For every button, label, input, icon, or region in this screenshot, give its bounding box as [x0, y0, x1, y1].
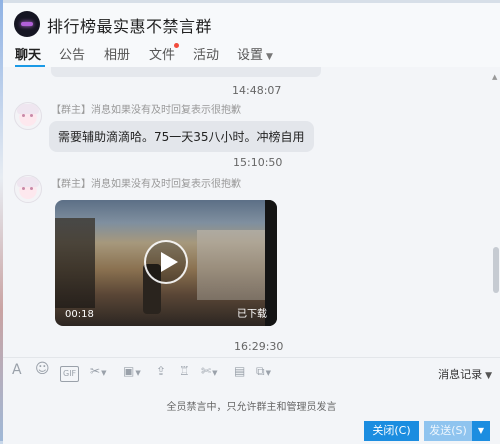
input-toolbar: A ☺ GIF ✂▼ ▣▼ ⇪ ♖ ✄▼ ▤ ⧉▼ 消息记录 ▼ — [3, 358, 500, 386]
chevron-down-icon: ▼ — [477, 426, 485, 435]
scroll-thumb[interactable] — [493, 247, 499, 293]
message-bubble[interactable]: 需要辅助滴滴哈。75一天35八小时。冲榜自用 — [49, 121, 314, 152]
tab-chat[interactable]: 聊天 — [15, 44, 41, 63]
tab-files[interactable]: 文件 — [149, 44, 175, 63]
message-timestamp: 16:29:30 — [234, 340, 284, 353]
chevron-down-icon: ▼ — [266, 52, 273, 62]
files-notification-dot — [174, 43, 179, 48]
video-message[interactable]: 00:18 已下载 — [55, 200, 277, 326]
send-button[interactable]: 发送(S) — [424, 421, 472, 441]
message-list[interactable]: 14:48:07 【群主】消息如果没有及时回复表示很抱歉 需要辅助滴滴哈。75一… — [3, 67, 500, 357]
scroll-up-icon[interactable]: ▲ — [492, 73, 497, 81]
tab-activities[interactable]: 活动 — [193, 44, 219, 63]
play-icon[interactable] — [144, 240, 188, 284]
tab-announcements[interactable]: 公告 — [59, 44, 85, 63]
group-title[interactable]: 排行榜最实惠不禁言群 — [47, 13, 212, 37]
avatar[interactable] — [14, 102, 42, 130]
chevron-down-icon: ▼ — [485, 371, 492, 381]
message-history-label: 消息记录 — [438, 368, 483, 381]
message-timestamp: 14:48:07 — [232, 84, 282, 97]
remote-icon[interactable]: ⧉▼ — [256, 364, 271, 380]
scissors-icon[interactable]: ✄▼ — [201, 364, 217, 380]
window-header: 排行榜最实惠不禁言群 聊天 公告 相册 文件 活动 设置 ▼ — [3, 3, 500, 67]
tab-settings-label: 设置 — [237, 48, 264, 63]
image-icon[interactable]: ▣▼ — [123, 364, 141, 380]
mute-notice: 全员禁言中，只允许群主和管理员发言 — [166, 402, 337, 413]
message-history-button[interactable]: 消息记录 ▼ — [438, 366, 492, 382]
close-button[interactable]: 关闭(C) — [364, 421, 419, 441]
emoji-icon[interactable]: ☺ — [35, 362, 50, 376]
clipboard-icon[interactable]: ▤ — [234, 364, 245, 378]
send-options-button[interactable]: ▼ — [472, 421, 490, 441]
tab-album[interactable]: 相册 — [104, 44, 130, 63]
group-avatar[interactable] — [14, 11, 40, 37]
previous-message-bubble — [51, 67, 321, 77]
gif-icon[interactable]: GIF — [60, 366, 80, 382]
tab-settings[interactable]: 设置 ▼ — [237, 44, 273, 63]
screenshot-icon[interactable]: ✂▼ — [90, 364, 106, 380]
avatar[interactable] — [14, 175, 42, 203]
video-status: 已下载 — [237, 309, 267, 320]
group-chat-window: 排行榜最实惠不禁言群 聊天 公告 相册 文件 活动 设置 ▼ 14:48:07 【… — [3, 3, 500, 444]
tab-bar: 聊天 公告 相册 文件 活动 设置 ▼ — [3, 43, 500, 67]
sender-name: 【群主】消息如果没有及时回复表示很抱歉 — [51, 105, 241, 116]
chat-scrollbar[interactable]: ▲ — [492, 67, 500, 357]
sender-name: 【群主】消息如果没有及时回复表示很抱歉 — [51, 179, 241, 190]
video-duration: 00:18 — [65, 309, 94, 320]
font-icon[interactable]: A — [12, 363, 22, 377]
upload-icon[interactable]: ⇪ — [156, 364, 166, 378]
message-timestamp: 15:10:50 — [233, 156, 283, 169]
gift-icon[interactable]: ♖ — [179, 364, 190, 378]
